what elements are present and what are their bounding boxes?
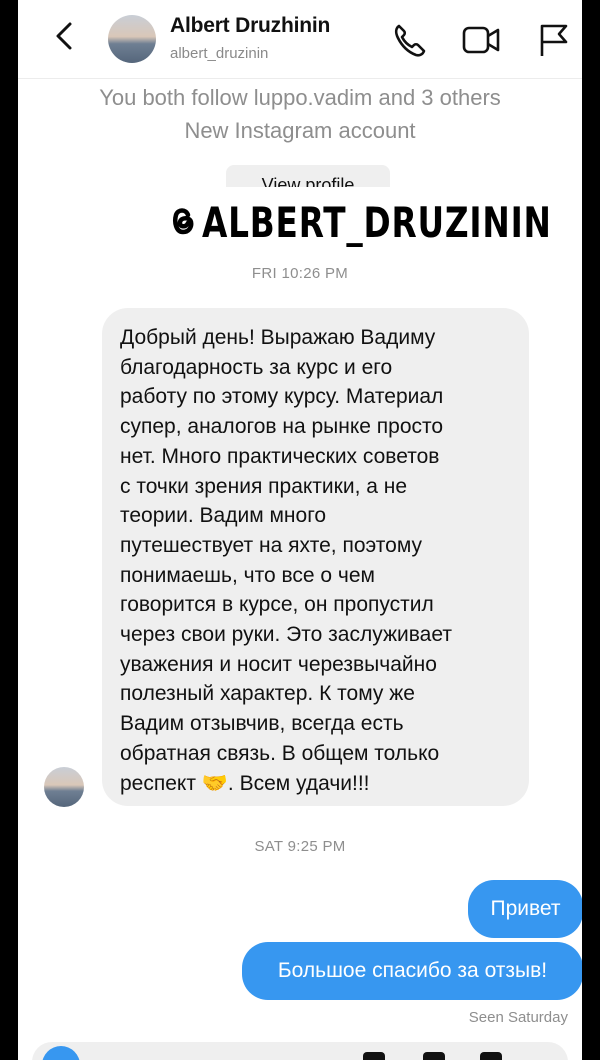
incoming-message-bubble[interactable]: Добрый день! Выражаю Вадиму благодарност… (102, 308, 529, 806)
avatar[interactable] (108, 15, 156, 63)
message-line: благодарность за курс и его (120, 355, 393, 379)
contact-name[interactable]: Albert Druzhinin (170, 14, 330, 38)
back-icon[interactable] (50, 16, 80, 56)
message-line: путешествует на яхте, поэтому (120, 533, 422, 557)
message-line: говорится в курсе, он пропустил (120, 593, 434, 617)
message-line: теории. Вадим много (120, 504, 327, 528)
timestamp: SAT 9:25 PM (254, 838, 346, 855)
message-line: через свои руки. Это заслуживает (120, 623, 452, 647)
message-line: Вадим отзывчив, всегда есть (120, 712, 404, 736)
message-line: работу по этому курсу. Материал (120, 385, 444, 409)
chat-header: Albert Druzhinin albert_druzinin (18, 0, 582, 79)
timestamp: FRI 10:26 PM (251, 265, 349, 282)
message-line: Добрый день! Выражаю Вадиму (120, 326, 436, 349)
microphone-icon[interactable] (363, 1052, 385, 1060)
watermark-text: ALBERT_DRUZININ (202, 197, 552, 247)
username-watermark: ALBERT_DRUZININ (166, 192, 582, 252)
message-line: полезный характер. К тому же (120, 682, 415, 706)
message-line: с точки зрения практики, а не (120, 474, 408, 498)
video-icon[interactable] (460, 20, 500, 60)
view-profile-button[interactable]: View profile (226, 165, 390, 187)
new-account-text: New Instagram account (184, 118, 416, 143)
phone-icon[interactable] (389, 20, 429, 60)
mutual-followers-text: You both follow luppo.vadim and 3 others (99, 85, 501, 110)
message-line: респект 🤝. Всем удачи!!! (120, 771, 370, 795)
dm-screen: Albert Druzhinin albert_druzinin You bot… (18, 0, 582, 1060)
message-line: обратная связь. В общем только (120, 741, 440, 765)
sender-avatar[interactable] (44, 767, 84, 807)
message-line: понимаешь, что все о чем (120, 563, 375, 587)
sticker-icon[interactable] (480, 1052, 502, 1060)
outgoing-message-bubble[interactable]: Привет (468, 880, 582, 938)
flag-icon[interactable] (534, 20, 574, 60)
gallery-icon[interactable] (423, 1052, 445, 1060)
message-line: уважения и носит черезвычайно (120, 652, 437, 676)
seen-status: Seen Saturday (468, 1009, 568, 1026)
message-line: супер, аналогов на рынке просто (120, 415, 444, 439)
message-line: нет. Много практических советов (120, 444, 440, 468)
outgoing-message-bubble[interactable]: Большое спасибо за отзыв! (242, 942, 582, 1000)
threads-icon (166, 200, 198, 245)
contact-handle[interactable]: albert_druzinin (170, 45, 268, 62)
